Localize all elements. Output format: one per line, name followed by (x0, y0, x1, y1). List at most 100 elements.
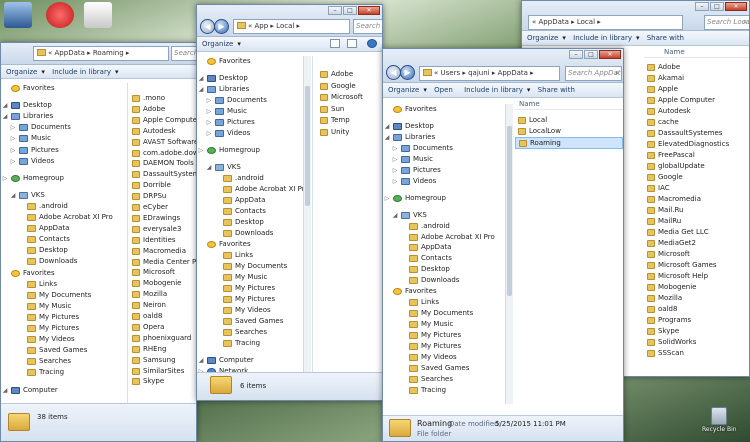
expand-arrow-icon[interactable]: ◢ (197, 84, 205, 95)
share-with-button[interactable]: Share with (647, 34, 684, 42)
list-item[interactable]: Opera (129, 322, 196, 333)
list-item[interactable]: Google (317, 81, 382, 93)
list-item[interactable]: Programs (644, 315, 749, 326)
close-button[interactable]: ✕ (358, 6, 380, 15)
list-item[interactable]: Samsung (129, 355, 196, 366)
nav-item[interactable]: Downloads (383, 275, 512, 286)
list-item[interactable]: Adobe (317, 69, 382, 81)
list-item[interactable]: LocalLow (515, 126, 623, 137)
nav-item[interactable]: ▷ Homegroup (1, 173, 127, 184)
nav-item[interactable]: Saved Games (197, 316, 312, 327)
back-button[interactable]: ◀ (386, 65, 401, 80)
expand-arrow-icon[interactable]: ▷ (9, 145, 17, 156)
computer-desktop-icon[interactable] (4, 2, 32, 28)
nav-item[interactable]: ▷ Videos (1, 156, 127, 167)
breadcrumb[interactable]: « AppData ▸ Local ▸ (528, 15, 683, 30)
nav-item[interactable]: My Videos (197, 305, 312, 316)
nav-item[interactable]: Tracing (197, 338, 312, 349)
list-item[interactable]: Adobe (644, 62, 749, 73)
expand-arrow-icon[interactable]: ▷ (391, 143, 399, 154)
nav-item[interactable]: Adobe Acrobat XI Pro (1, 212, 127, 223)
nav-item[interactable]: .android (383, 221, 512, 232)
nav-item[interactable]: ◢ VKS (197, 162, 312, 173)
nav-item[interactable]: Contacts (383, 253, 512, 264)
nav-item[interactable]: ◢ Desktop (1, 100, 127, 111)
nav-item[interactable]: My Videos (383, 352, 512, 363)
nav-item[interactable]: Links (383, 297, 512, 308)
list-item[interactable]: Akamai (644, 73, 749, 84)
list-item[interactable]: Microsoft Games (644, 260, 749, 271)
nav-item[interactable]: .android (1, 201, 127, 212)
nav-item[interactable]: Links (1, 279, 127, 290)
maximize-button[interactable]: □ (343, 6, 357, 15)
expand-arrow-icon[interactable]: ▷ (205, 128, 213, 139)
nav-item[interactable]: Downloads (197, 228, 312, 239)
expand-arrow-icon[interactable]: ◢ (1, 100, 9, 111)
nav-item[interactable]: Adobe Acrobat XI Pro (383, 232, 512, 243)
nav-item[interactable]: ▷ Videos (197, 128, 312, 139)
list-item[interactable]: Microsoft (644, 249, 749, 260)
nav-item[interactable]: Adobe Acrobat XI Pro (197, 184, 312, 195)
list-item[interactable]: DassaultSystemes (129, 169, 196, 180)
expand-arrow-icon[interactable]: ◢ (9, 190, 17, 201)
minimize-button[interactable]: – (569, 50, 583, 59)
list-item[interactable]: SolidWorks (644, 337, 749, 348)
nav-item[interactable]: ▷ Videos (383, 176, 512, 187)
nav-item[interactable]: Contacts (197, 206, 312, 217)
nav-item[interactable]: ▷ Homegroup (383, 193, 512, 204)
minimize-button[interactable]: – (695, 2, 709, 11)
organize-button[interactable]: Organize (6, 68, 37, 76)
nav-item[interactable]: ▷ Documents (383, 143, 512, 154)
list-item[interactable]: globalUpdate (644, 161, 749, 172)
nav-item[interactable]: ◢ VKS (1, 190, 127, 201)
list-item[interactable]: EDrawings (129, 213, 196, 224)
expand-arrow-icon[interactable]: ▷ (383, 193, 391, 204)
expand-arrow-icon[interactable]: ▷ (1, 173, 9, 184)
list-item[interactable]: Media Get LLC (644, 227, 749, 238)
maximize-button[interactable]: □ (584, 50, 598, 59)
nav-item[interactable]: My Pictures (383, 330, 512, 341)
column-header-name[interactable]: Name (644, 47, 749, 58)
scrollbar-thumb[interactable] (507, 126, 512, 296)
nav-item[interactable]: Links (197, 250, 312, 261)
list-item[interactable]: oald8 (129, 311, 196, 322)
list-item[interactable]: Macromedia (644, 194, 749, 205)
expand-arrow-icon[interactable]: ◢ (383, 132, 391, 143)
list-item[interactable]: Mail.Ru (644, 205, 749, 216)
nav-item[interactable]: Downloads (1, 256, 127, 267)
expand-arrow-icon[interactable]: ◢ (197, 355, 205, 366)
nav-item[interactable]: My Music (383, 319, 512, 330)
list-item[interactable]: SimilarSites (129, 366, 196, 377)
nav-item[interactable]: Searches (383, 374, 512, 385)
list-item[interactable]: Mobogenie (644, 282, 749, 293)
list-item[interactable]: FreePascal (644, 150, 749, 161)
nav-item[interactable]: My Music (1, 301, 127, 312)
nav-item[interactable]: Tracing (383, 385, 512, 396)
nav-item[interactable]: My Pictures (383, 341, 512, 352)
list-item[interactable]: IAC (644, 183, 749, 194)
nav-item[interactable]: Saved Games (383, 363, 512, 374)
search-input[interactable]: Search Local ⌕ (704, 15, 749, 30)
nav-item[interactable]: My Pictures (197, 283, 312, 294)
nav-item[interactable]: ◢ Libraries (383, 132, 512, 143)
expand-arrow-icon[interactable]: ◢ (1, 111, 9, 122)
list-item[interactable]: Apple Computer (129, 115, 196, 126)
nav-item[interactable]: ▷ Music (1, 133, 127, 144)
close-button[interactable]: ✕ (725, 2, 747, 11)
nav-item[interactable]: ◢ Desktop (383, 121, 512, 132)
nav-item[interactable]: Favorites (383, 286, 512, 297)
nav-item[interactable]: Desktop (197, 217, 312, 228)
list-item[interactable]: Media Center Progr (129, 257, 196, 268)
minimize-button[interactable]: – (328, 6, 342, 15)
nav-item[interactable]: Desktop (1, 245, 127, 256)
breadcrumb[interactable]: « AppData ▸ Roaming ▸ (33, 46, 169, 61)
nav-item[interactable]: Favorites (383, 104, 512, 115)
nav-item[interactable]: ▷ Pictures (197, 117, 312, 128)
scrollbar-thumb[interactable] (305, 86, 310, 206)
expand-arrow-icon[interactable]: ▷ (205, 106, 213, 117)
app-desktop-icon[interactable] (84, 2, 112, 28)
expand-arrow-icon[interactable]: ▷ (391, 154, 399, 165)
nav-item[interactable]: ▷ Music (383, 154, 512, 165)
list-item[interactable]: Mobogenie (129, 278, 196, 289)
list-item[interactable]: Skype (129, 376, 196, 387)
